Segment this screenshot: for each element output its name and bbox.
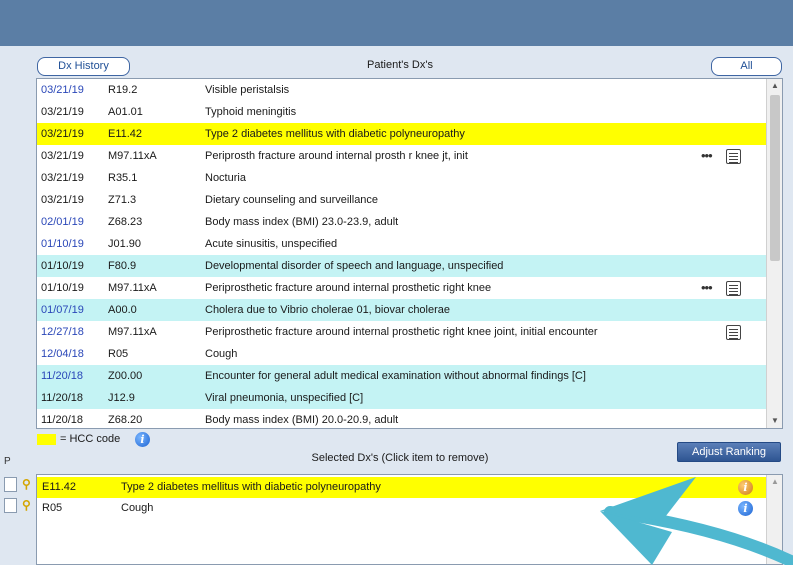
dx-date: 03/21/19 <box>41 172 84 184</box>
dx-description: Type 2 diabetes mellitus with diabetic p… <box>205 128 465 140</box>
dx-date: 01/10/19 <box>41 260 84 272</box>
dx-row[interactable]: 12/27/18 M97.11xA Periprosthetic fracture … <box>37 321 766 343</box>
dx-row[interactable]: 03/21/19 E11.42 Type 2 diabetes mellitus w… <box>37 123 766 145</box>
selected-dx-title: Selected Dx's (Click item to remove) <box>311 452 489 464</box>
dx-row[interactable]: 01/10/19 F80.9 Developmental disorder of s… <box>37 255 766 277</box>
dx-row[interactable]: 03/21/19 R19.2 Visible peristalsis <box>37 79 766 101</box>
scroll-down-icon[interactable]: ▼ <box>767 414 782 428</box>
dx-date: 03/21/19 <box>41 128 84 140</box>
dx-row[interactable]: 03/21/19 A01.01 Typhoid meningitis <box>37 101 766 123</box>
dx-code: R05 <box>108 348 129 360</box>
dx-row[interactable]: 03/21/19 R35.1 Nocturia <box>37 167 766 189</box>
dx-description: Periprosthetic fracture around internal … <box>205 326 598 338</box>
dx-code: A01.01 <box>108 106 143 118</box>
dx-code: M97.11xA <box>108 150 157 162</box>
dx-row[interactable]: 11/20/18 J12.9 Viral pneumonia, unspecifie… <box>37 387 766 409</box>
dx-description: Body mass index (BMI) 20.0-20.9, adult <box>205 414 399 426</box>
dx-code: Z71.3 <box>108 194 137 206</box>
dx-date: 12/27/18 <box>41 326 84 338</box>
info-icon[interactable]: i <box>135 432 150 447</box>
dx-code: M97.11xA <box>108 282 157 294</box>
dx-date: 01/07/19 <box>41 304 84 316</box>
more-options-icon[interactable]: ••• <box>701 277 721 299</box>
note-icon[interactable] <box>726 281 741 296</box>
info-orange-icon[interactable]: i <box>738 480 753 495</box>
dx-date: 01/10/19 <box>41 238 84 250</box>
dx-description: Typhoid meningitis <box>205 106 297 118</box>
dx-list-scrollbar[interactable]: ▲ ▼ <box>766 79 782 428</box>
dx-code: E11.42 <box>108 128 143 140</box>
dx-date: 12/04/18 <box>41 348 84 360</box>
hcc-legend-label: = HCC code <box>60 433 121 445</box>
selected-dx-code: R05 <box>42 502 63 514</box>
dx-description: Visible peristalsis <box>205 84 290 96</box>
dx-date: 03/21/19 <box>41 106 84 118</box>
dx-description: Nocturia <box>205 172 246 184</box>
scroll-thumb[interactable] <box>770 95 780 261</box>
pin-icon[interactable]: ⚲ <box>22 497 31 513</box>
dx-code: Z68.20 <box>108 414 143 426</box>
dx-code: J01.90 <box>108 238 142 250</box>
dx-row[interactable]: 11/20/18 Z00.00 Encounter for general adul… <box>37 365 766 387</box>
dx-description: Encounter for general adult medical exam… <box>205 370 586 382</box>
dx-row[interactable]: 03/21/19 Z71.3 Dietary counseling and surv… <box>37 189 766 211</box>
selected-dx-description: Type 2 diabetes mellitus with diabetic p… <box>121 481 381 493</box>
selected-list-scrollbar[interactable]: ▲ <box>766 475 782 564</box>
priority-column-label: P <box>4 456 11 467</box>
dx-code: J12.9 <box>108 392 135 404</box>
dx-code: A00.0 <box>108 304 137 316</box>
dx-date: 03/21/19 <box>41 194 84 206</box>
scroll-up-icon[interactable]: ▲ <box>767 477 782 486</box>
dx-date: 11/20/18 <box>41 370 84 382</box>
priority-checkbox[interactable] <box>4 477 17 492</box>
dx-code: M97.11xA <box>108 326 157 338</box>
selected-dx-row[interactable]: E11.42 Type 2 diabetes mellitus with diab… <box>37 477 766 498</box>
dx-description: Periprosthetic fracture around internal … <box>205 282 492 294</box>
more-options-icon[interactable]: ••• <box>701 145 721 167</box>
dx-description: Developmental disorder of speech and lan… <box>205 260 504 272</box>
info-blue-icon[interactable]: i <box>738 501 753 516</box>
dx-row[interactable]: 01/10/19 M97.11xA Periprosthetic fracture … <box>37 277 766 299</box>
dx-date: 02/01/19 <box>41 216 84 228</box>
scroll-up-icon[interactable]: ▲ <box>767 79 782 93</box>
dx-description: Cholera due to Vibrio cholerae 01, biova… <box>205 304 451 316</box>
pin-icon[interactable]: ⚲ <box>22 476 31 492</box>
dx-date: 03/21/19 <box>41 84 84 96</box>
all-button[interactable]: All <box>711 57 782 76</box>
dx-description: Viral pneumonia, unspecified [C] <box>205 392 364 404</box>
dx-description: Periprosth fracture around internal pros… <box>205 150 468 162</box>
title-bar <box>0 0 793 46</box>
dx-code: F80.9 <box>108 260 137 272</box>
dx-code: Z00.00 <box>108 370 143 382</box>
selected-dx-list[interactable]: E11.42 Type 2 diabetes mellitus with diab… <box>36 474 783 565</box>
note-icon[interactable] <box>726 149 741 164</box>
dx-row[interactable]: 01/07/19 A00.0 Cholera due to Vibrio chole… <box>37 299 766 321</box>
note-icon[interactable] <box>726 325 741 340</box>
patients-dx-list[interactable]: 03/21/19 R19.2 Visible peristalsis 03/21/19… <box>36 78 783 429</box>
dx-row[interactable]: 02/01/19 Z68.23 Body mass index (BMI) 23.0… <box>37 211 766 233</box>
dx-code: R35.1 <box>108 172 138 184</box>
dx-history-button[interactable]: Dx History <box>37 57 130 76</box>
dx-description: Cough <box>205 348 238 360</box>
dx-code: R19.2 <box>108 84 138 96</box>
dx-row[interactable]: 03/21/19 M97.11xA Periprosth fracture arou… <box>37 145 766 167</box>
selected-dx-row[interactable]: R05 Cough i <box>37 498 766 519</box>
patients-dx-title: Patient's Dx's <box>367 59 433 71</box>
dx-description: Acute sinusitis, unspecified <box>205 238 338 250</box>
dx-code: Z68.23 <box>108 216 143 228</box>
dx-date: 11/20/18 <box>41 392 84 404</box>
dx-description: Body mass index (BMI) 23.0-23.9, adult <box>205 216 399 228</box>
adjust-ranking-button[interactable]: Adjust Ranking <box>677 442 781 462</box>
dx-row[interactable]: 12/04/18 R05 Cough <box>37 343 766 365</box>
dx-description: Dietary counseling and surveillance <box>205 194 379 206</box>
dx-date: 01/10/19 <box>41 282 84 294</box>
dx-date: 11/20/18 <box>41 414 84 426</box>
hcc-color-swatch <box>37 434 56 445</box>
dx-date: 03/21/19 <box>41 150 84 162</box>
dx-row[interactable]: 01/10/19 J01.90 Acute sinusitis, unspecifi… <box>37 233 766 255</box>
priority-checkbox[interactable] <box>4 498 17 513</box>
selected-dx-code: E11.42 <box>42 481 77 493</box>
selected-dx-description: Cough <box>121 502 154 514</box>
dx-row[interactable]: 11/20/18 Z68.20 Body mass index (BMI) 20.0… <box>37 409 766 428</box>
